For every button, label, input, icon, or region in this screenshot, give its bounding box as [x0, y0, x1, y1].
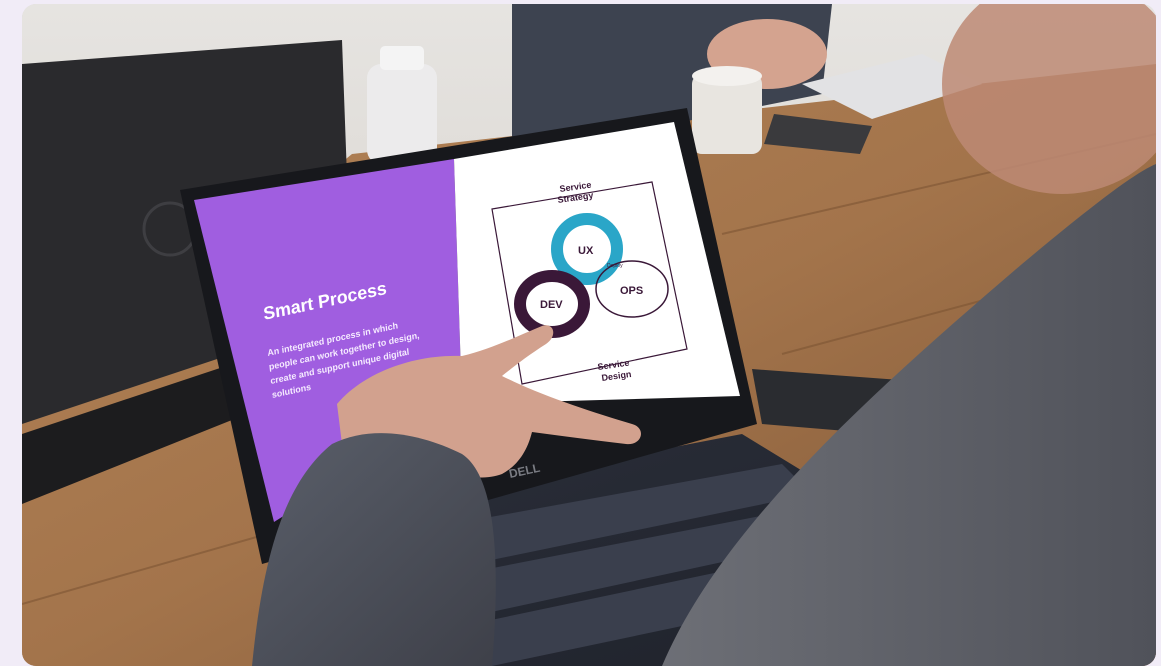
- ops-word-deploy: Deploy: [607, 263, 623, 269]
- photo-scene: Smart Process An integrated process in w…: [22, 4, 1156, 666]
- ops-label: OPS: [620, 285, 643, 297]
- dev-label: DEV: [540, 299, 563, 311]
- photo-frame: Smart Process An integrated process in w…: [22, 4, 1156, 666]
- ux-label: UX: [578, 245, 594, 257]
- water-bottle: [367, 64, 437, 164]
